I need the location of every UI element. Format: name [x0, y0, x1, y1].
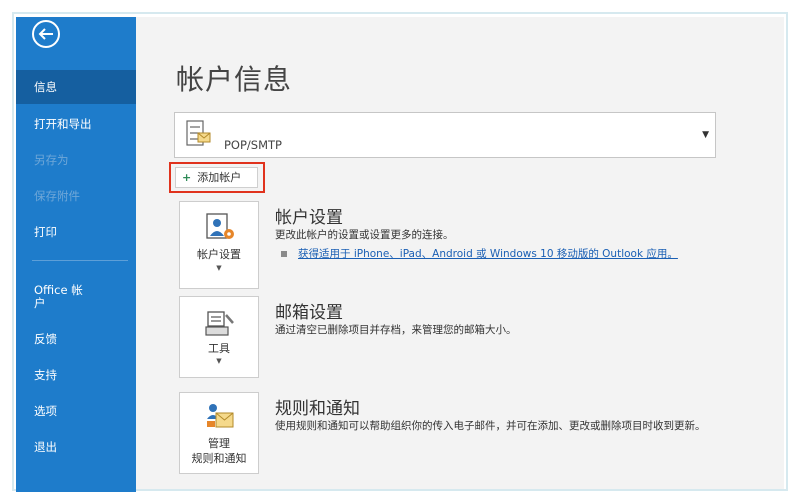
get-outlook-app-link[interactable]: 获得适用于 iPhone、iPad、Android 或 Windows 10 移…: [298, 246, 678, 261]
back-arrow-icon: [32, 20, 60, 48]
section-desc-rules-alerts: 使用规则和通知可以帮助组织你的传入电子邮件，并可在添加、更改或删除项目时收到更新…: [275, 420, 706, 432]
account-settings-icon: [206, 213, 234, 239]
sidebar-item-save-as: 另存为: [34, 153, 69, 167]
tools-tile-label: 工具: [208, 342, 230, 355]
caret-down-icon: ▼: [216, 357, 222, 365]
sidebar-item-open-export[interactable]: 打开和导出: [16, 107, 136, 141]
rules-alerts-icon: [207, 404, 234, 428]
dropdown-arrow-icon: ▼: [702, 130, 709, 140]
manage-rules-tile-label-line1: 管理: [208, 437, 230, 450]
manage-rules-tile-label-line2: 规则和通知: [191, 452, 247, 465]
sidebar-item-support[interactable]: 支持: [16, 358, 136, 392]
account-settings-tile-label: 帐户设置: [197, 248, 241, 261]
section-title-rules-alerts: 规则和通知: [275, 399, 360, 419]
sidebar-item-info[interactable]: 信息: [16, 70, 136, 104]
main-panel: 帐户信息 POP/SMTP ▼ + 添加帐户 帐户设置 ▼ 帐户设置 更改此帐户的…: [136, 17, 784, 489]
add-account-button[interactable]: + 添加帐户: [175, 167, 258, 188]
sidebar-item-exit[interactable]: 退出: [16, 430, 136, 464]
sidebar-item-office-account-line2: 户: [34, 296, 46, 310]
account-settings-tile[interactable]: 帐户设置 ▼: [179, 201, 259, 289]
page-title: 帐户信息: [176, 63, 293, 96]
manage-rules-tile[interactable]: 管理 规则和通知: [179, 392, 259, 474]
sidebar-item-feedback[interactable]: 反馈: [16, 322, 136, 356]
sidebar-item-options[interactable]: 选项: [16, 394, 136, 428]
account-selector-value: POP/SMTP: [224, 138, 282, 152]
back-button[interactable]: [31, 19, 61, 49]
add-account-highlight: + 添加帐户: [169, 162, 265, 193]
sidebar-divider: [32, 260, 128, 261]
sidebar-item-save-attachments: 保存附件: [34, 189, 80, 203]
caret-down-icon: ▼: [216, 264, 222, 272]
section-desc-account-settings: 更改此帐户的设置或设置更多的连接。: [275, 229, 454, 241]
tools-icon: [205, 311, 234, 336]
bullet-icon: [281, 251, 287, 257]
tools-tile[interactable]: 工具 ▼: [179, 296, 259, 378]
sidebar-item-office-account[interactable]: Office 帐 户: [16, 276, 136, 318]
mail-server-icon: [186, 120, 211, 146]
plus-icon: +: [182, 171, 192, 184]
section-title-account-settings: 帐户设置: [275, 208, 343, 228]
add-account-label: 添加帐户: [197, 171, 242, 184]
account-selector[interactable]: POP/SMTP ▼: [174, 112, 716, 158]
backstage-sidebar: 信息 打开和导出 另存为 保存附件 打印 Office 帐 户 反馈 支持 选项…: [16, 17, 136, 492]
section-desc-mailbox-settings: 通过清空已删除项目并存档，来管理您的邮箱大小。: [275, 324, 517, 336]
sidebar-item-print[interactable]: 打印: [16, 215, 136, 249]
section-title-mailbox-settings: 邮箱设置: [275, 303, 343, 323]
sidebar-item-office-account-line1: Office 帐: [34, 283, 83, 297]
